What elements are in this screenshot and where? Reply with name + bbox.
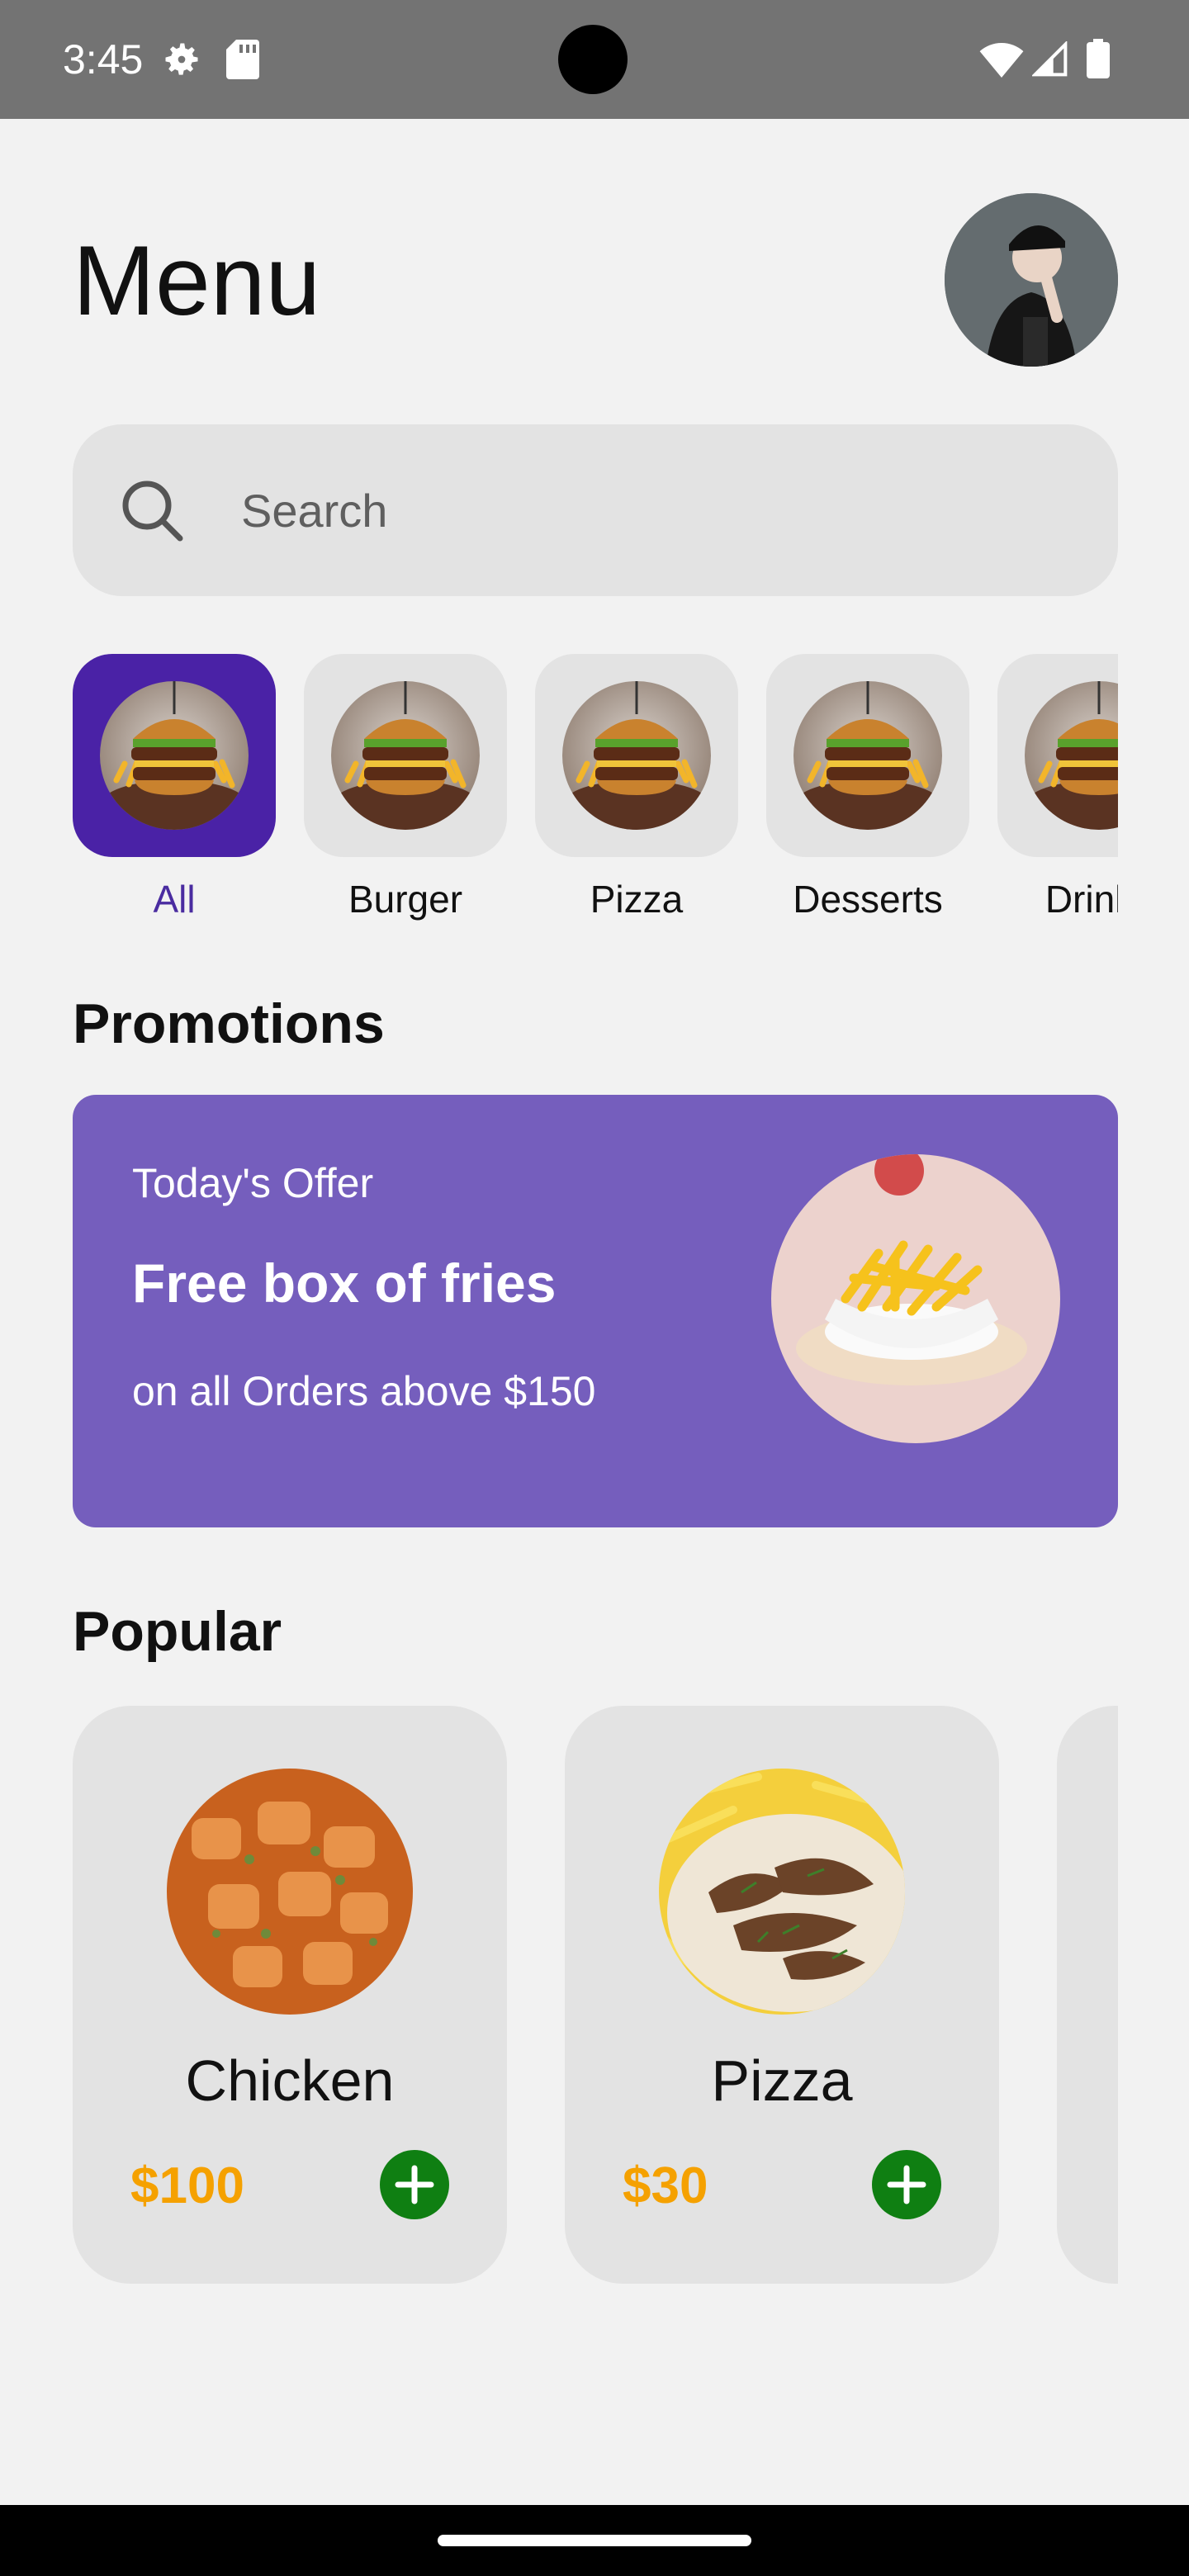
popular-list[interactable]: Chicken $100 Pizza $30 <box>73 1706 1118 2284</box>
food-card-pizza[interactable]: Pizza $30 <box>565 1706 999 2284</box>
food-card-chicken[interactable]: Chicken $100 <box>73 1706 507 2284</box>
category-list[interactable]: All Burger Pizza Desserts Drinks <box>73 654 1118 935</box>
signal-icon <box>1032 41 1068 77</box>
fries-image <box>771 1154 1060 1443</box>
category-tile[interactable] <box>997 654 1118 857</box>
burger-image <box>100 681 249 830</box>
status-time: 3:45 <box>63 36 144 83</box>
category-drinks[interactable]: Drinks <box>997 654 1118 921</box>
category-desserts[interactable]: Desserts <box>766 654 969 921</box>
promo-title: Free box of fries <box>132 1252 557 1314</box>
search-input[interactable] <box>241 469 1067 552</box>
navigation-bar <box>0 2505 1189 2576</box>
promo-subtitle: on all Orders above $150 <box>132 1368 596 1414</box>
category-tile[interactable] <box>73 654 276 857</box>
category-tile[interactable] <box>304 654 507 857</box>
battery-icon <box>1087 39 1110 78</box>
burger-image <box>331 681 480 830</box>
search-icon <box>122 481 183 542</box>
burger-image <box>562 681 711 830</box>
profile-avatar[interactable] <box>945 193 1118 367</box>
food-price: $100 <box>130 2157 244 2214</box>
promotions-heading: Promotions <box>73 992 385 1055</box>
promo-card[interactable]: Today's Offer Free box of fries on all O… <box>73 1095 1118 1527</box>
add-to-cart-button[interactable] <box>380 2150 449 2219</box>
category-label: Desserts <box>793 878 943 921</box>
gear-icon <box>165 43 198 75</box>
category-tile[interactable] <box>535 654 738 857</box>
sd-card-icon <box>226 40 259 79</box>
category-label: Drinks <box>1045 878 1118 921</box>
plus-icon <box>395 2165 434 2204</box>
page-title: Menu <box>73 225 321 336</box>
burger-image <box>1025 681 1118 830</box>
popular-heading: Popular <box>73 1600 282 1663</box>
avatar-image <box>945 193 1118 367</box>
category-pizza[interactable]: Pizza <box>535 654 738 921</box>
pizza-image <box>659 1769 905 2015</box>
promo-kicker: Today's Offer <box>132 1160 374 1206</box>
add-to-cart-button[interactable] <box>872 2150 941 2219</box>
category-label: All <box>153 878 196 921</box>
home-gesture-handle[interactable] <box>438 2535 751 2546</box>
wifi-icon <box>979 43 1024 78</box>
plus-icon <box>887 2165 926 2204</box>
burger-image <box>793 681 942 830</box>
category-label: Burger <box>348 878 463 921</box>
food-name: Pizza <box>711 2048 853 2113</box>
food-card-partial[interactable] <box>1057 1706 1118 2284</box>
food-name: Chicken <box>185 2048 395 2113</box>
status-bar: 3:45 <box>0 0 1189 119</box>
front-camera <box>558 25 628 94</box>
chicken-image <box>167 1769 413 2015</box>
category-all[interactable]: All <box>73 654 276 921</box>
search-bar[interactable] <box>73 424 1118 596</box>
category-label: Pizza <box>590 878 684 921</box>
food-price: $30 <box>623 2157 708 2214</box>
category-tile[interactable] <box>766 654 969 857</box>
category-burger[interactable]: Burger <box>304 654 507 921</box>
